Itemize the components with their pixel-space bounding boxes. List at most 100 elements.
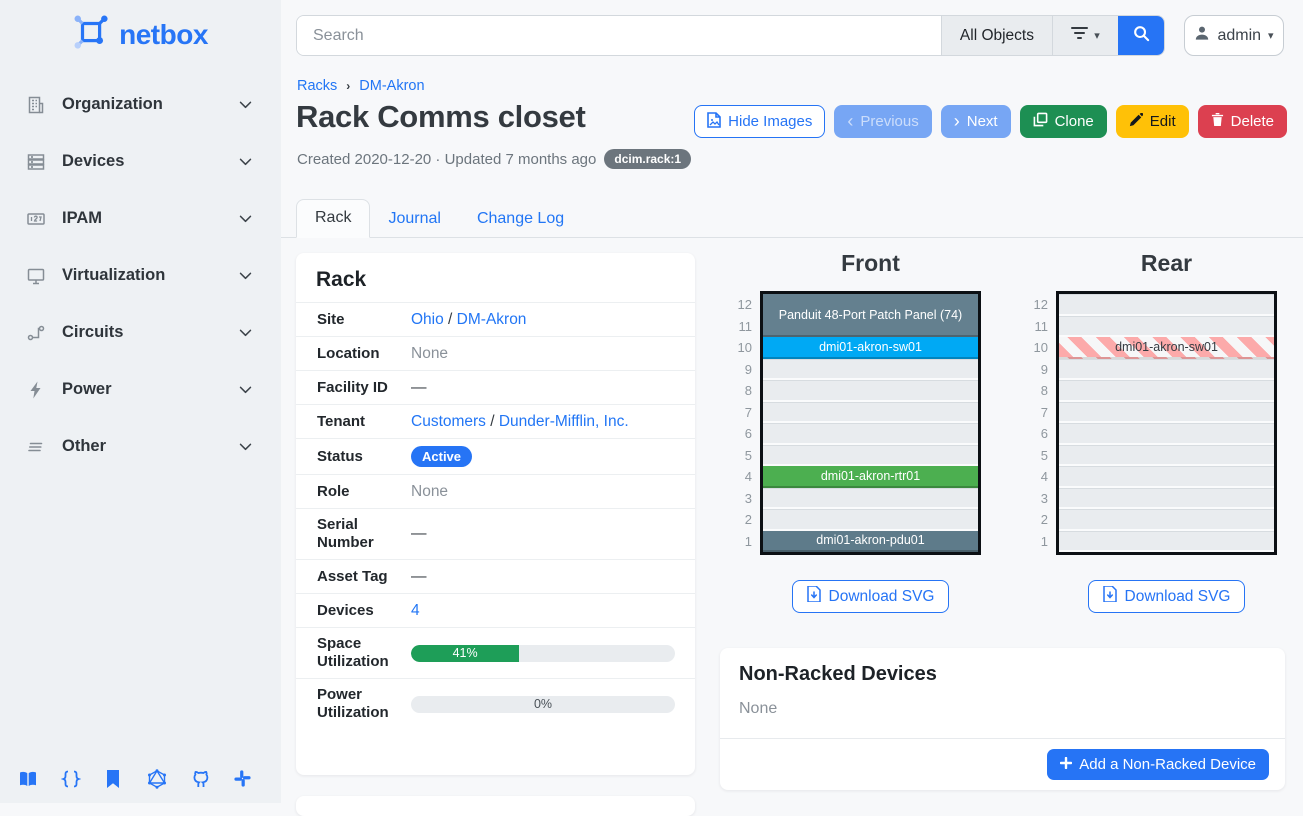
clone-button[interactable]: Clone: [1020, 105, 1107, 138]
chevron-down-icon: [237, 210, 255, 228]
chevron-left-icon: ‹: [847, 112, 853, 130]
unit-number-7: 7: [728, 402, 752, 424]
unit-number-7: 7: [1024, 402, 1048, 424]
sidebar-item-power[interactable]: Power: [0, 361, 281, 418]
unit-number-9: 9: [1024, 359, 1048, 381]
attr-label: Asset Tag: [317, 568, 411, 586]
sidebar-item-label: IPAM: [62, 209, 237, 228]
netbox-logo[interactable]: netbox: [0, 0, 281, 58]
non-racked-body: None: [720, 686, 1285, 738]
breadcrumb-racks-link[interactable]: Racks: [297, 78, 337, 94]
circuit-icon: [26, 323, 48, 343]
page-title: Rack Comms closet: [296, 99, 586, 135]
attr-label: Facility ID: [317, 379, 411, 397]
github-icon[interactable]: [190, 769, 210, 789]
chevron-down-icon: [237, 381, 255, 399]
download-svg-button-front[interactable]: Download SVG: [792, 580, 950, 613]
attr-label: Tenant: [317, 413, 411, 431]
sidebar-nav: Organization Devices IPAM Virtualization Cir…: [0, 76, 281, 475]
lines-icon: [26, 437, 48, 457]
file-download-icon: [807, 586, 821, 607]
unit-number-10: 10: [1024, 337, 1048, 359]
rack-device-dmi01-akron-sw01[interactable]: dmi01-akron-sw01: [763, 337, 978, 359]
rack-device-dmi01-akron-pdu01[interactable]: dmi01-akron-pdu01: [763, 531, 978, 553]
link-customers[interactable]: Customers: [411, 413, 486, 430]
sidebar-item-label: Circuits: [62, 323, 237, 342]
link-dunder-mifflin-inc-[interactable]: Dunder-Mifflin, Inc.: [499, 413, 629, 430]
front-elevation-title: Front: [760, 250, 981, 277]
search-input[interactable]: [297, 16, 941, 55]
building-icon: [26, 95, 48, 115]
next-button[interactable]: › Next: [941, 105, 1011, 138]
non-racked-title: Non-Racked Devices: [720, 648, 1285, 686]
tab-rack[interactable]: Rack: [296, 199, 370, 238]
link-ohio[interactable]: Ohio: [411, 311, 444, 328]
sidebar-item-organization[interactable]: Organization: [0, 76, 281, 133]
delete-button[interactable]: Delete: [1198, 105, 1287, 138]
unit-number-9: 9: [728, 359, 752, 381]
book-icon[interactable]: [18, 769, 38, 789]
unit-number-10: 10: [728, 337, 752, 359]
rear-rack: dmi01-akron-sw01: [1056, 291, 1277, 555]
rack-device-dmi01-akron-sw01[interactable]: dmi01-akron-sw01: [1059, 337, 1274, 359]
sidebar-item-ipam[interactable]: IPAM: [0, 190, 281, 247]
rack-unit-empty: [1059, 466, 1274, 488]
sidebar-footer-icons: [18, 769, 253, 789]
bookmark-icon[interactable]: [104, 769, 124, 789]
attr-value: 4: [411, 602, 675, 620]
slack-icon[interactable]: [233, 769, 253, 789]
rack-unit-empty: [1059, 488, 1274, 510]
rack-attributes: SiteOhio / DM-AkronLocationNoneFacility …: [296, 302, 695, 729]
plus-icon: [1060, 756, 1072, 773]
devices-count-link[interactable]: 4: [411, 602, 420, 619]
unit-number-11: 11: [1024, 316, 1048, 338]
tab-change-log[interactable]: Change Log: [459, 201, 582, 238]
server-icon: [26, 152, 48, 172]
add-non-racked-device-button[interactable]: Add a Non-Racked Device: [1047, 749, 1269, 780]
object-meta: Created 2020-12-20 · Updated 7 months ag…: [297, 149, 691, 169]
braces-icon[interactable]: [61, 769, 81, 789]
graphql-icon[interactable]: [147, 769, 167, 789]
link-dm-akron[interactable]: DM-Akron: [457, 311, 527, 328]
unit-number-2: 2: [728, 509, 752, 531]
sidebar-item-other[interactable]: Other: [0, 418, 281, 475]
hide-images-button[interactable]: Hide Images: [694, 105, 825, 138]
monitor-icon: [26, 266, 48, 286]
unit-number-3: 3: [728, 488, 752, 510]
sidebar-item-label: Organization: [62, 95, 237, 114]
sidebar-item-label: Devices: [62, 152, 237, 171]
sidebar-item-devices[interactable]: Devices: [0, 133, 281, 190]
edit-button[interactable]: Edit: [1116, 105, 1189, 138]
previous-button[interactable]: ‹ Previous: [834, 105, 931, 138]
breadcrumb-site-link[interactable]: DM-Akron: [359, 78, 424, 94]
rack-unit-empty: [1059, 359, 1274, 381]
attr-value: —: [411, 568, 675, 586]
attr-label: Status: [317, 448, 411, 466]
rack-device-panduit-48-port-patch-panel-74-[interactable]: Panduit 48-Port Patch Panel (74): [763, 294, 978, 337]
front-elevation: Front121110987654321Panduit 48-Port Patc…: [728, 250, 981, 613]
netbox-logo-icon: [73, 14, 111, 57]
unit-number-5: 5: [1024, 445, 1048, 467]
sidebar-item-circuits[interactable]: Circuits: [0, 304, 281, 361]
action-buttons: Hide Images ‹ Previous › Next Clone Ed: [694, 105, 1287, 138]
sidebar-item-virtualization[interactable]: Virtualization: [0, 247, 281, 304]
attr-row-site: SiteOhio / DM-Akron: [296, 302, 695, 336]
rack-card: Rack SiteOhio / DM-AkronLocationNoneFaci…: [296, 253, 695, 775]
file-download-icon: [1103, 586, 1117, 607]
rack-card-title: Rack: [296, 253, 695, 302]
unit-number-6: 6: [1024, 423, 1048, 445]
attr-value: Customers / Dunder-Mifflin, Inc.: [411, 413, 675, 431]
global-search: All Objects ▾: [296, 15, 1165, 56]
copy-icon: [1033, 112, 1048, 131]
attr-value: Ohio / DM-Akron: [411, 311, 675, 329]
chevron-down-icon: [237, 267, 255, 285]
search-scope-button[interactable]: All Objects: [941, 16, 1052, 55]
search-submit-button[interactable]: [1118, 16, 1164, 55]
rack-device-dmi01-akron-rtr01[interactable]: dmi01-akron-rtr01: [763, 466, 978, 488]
user-menu-button[interactable]: admin ▾: [1184, 15, 1284, 56]
pencil-icon: [1129, 113, 1143, 131]
rack-unit-empty: [763, 380, 978, 402]
search-filter-button[interactable]: ▾: [1052, 16, 1118, 55]
download-svg-button-rear[interactable]: Download SVG: [1088, 580, 1246, 613]
tab-journal[interactable]: Journal: [370, 201, 458, 238]
